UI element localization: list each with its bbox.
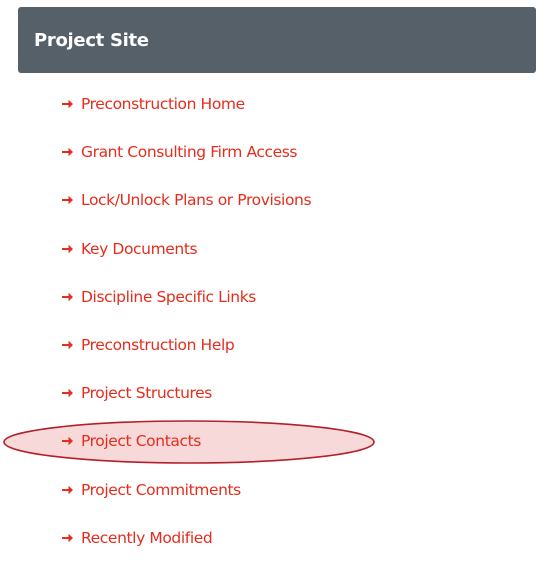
right-arrow-icon [62,244,73,254]
nav-item-preconstruction-home[interactable]: Preconstruction Home [0,84,540,124]
nav-link-preconstruction-home[interactable]: Preconstruction Home [81,95,245,113]
right-arrow-icon [62,340,73,350]
nav-item-project-commitments[interactable]: Project Commitments [0,470,540,510]
nav-link-discipline-specific-links[interactable]: Discipline Specific Links [81,288,256,306]
nav-item-grant-consulting-firm-access[interactable]: Grant Consulting Firm Access [0,132,540,172]
right-arrow-icon [62,436,73,446]
nav-link-preconstruction-help[interactable]: Preconstruction Help [81,336,235,354]
nav-item-discipline-specific-links[interactable]: Discipline Specific Links [0,277,540,317]
nav-item-project-structures[interactable]: Project Structures [0,373,540,413]
right-arrow-icon [62,147,73,157]
nav-item-key-documents[interactable]: Key Documents [0,229,540,269]
nav-link-project-structures[interactable]: Project Structures [81,384,212,402]
right-arrow-icon [62,195,73,205]
right-arrow-icon [62,388,73,398]
right-arrow-icon [62,533,73,543]
right-arrow-icon [62,292,73,302]
nav-link-grant-consulting-firm-access[interactable]: Grant Consulting Firm Access [81,143,298,161]
nav-link-recently-modified[interactable]: Recently Modified [81,529,213,547]
nav-link-project-contacts[interactable]: Project Contacts [81,432,201,450]
sidebar-title: Project Site [34,29,149,51]
right-arrow-icon [62,485,73,495]
nav-item-preconstruction-help[interactable]: Preconstruction Help [0,325,540,365]
sidebar-header: Project Site [18,7,536,73]
nav-item-project-contacts[interactable]: Project Contacts [0,421,540,461]
nav-item-lock-unlock-plans[interactable]: Lock/Unlock Plans or Provisions [0,180,540,220]
nav-link-project-commitments[interactable]: Project Commitments [81,481,241,499]
right-arrow-icon [62,99,73,109]
nav-link-key-documents[interactable]: Key Documents [81,240,198,258]
nav-link-lock-unlock-plans[interactable]: Lock/Unlock Plans or Provisions [81,191,312,209]
nav-item-recently-modified[interactable]: Recently Modified [0,518,540,558]
